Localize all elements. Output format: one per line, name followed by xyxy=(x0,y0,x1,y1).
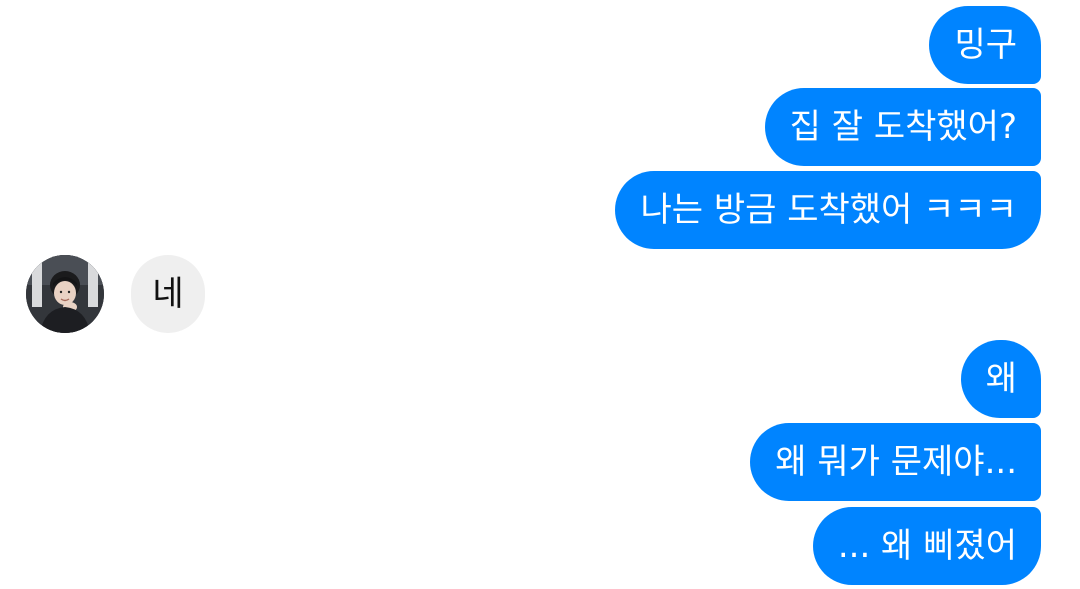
sent-message-bubble[interactable]: 왜 뭐가 문제야... xyxy=(750,423,1041,501)
sent-message-bubble[interactable]: 왜 xyxy=(960,340,1041,418)
sent-message-bubble[interactable]: ... 왜 삐졌어 xyxy=(812,507,1041,585)
received-message-bubble[interactable]: 네 xyxy=(131,255,205,333)
chat-thread: 밍구 집 잘 도착했어? 나는 방금 도착했어 ㅋㅋㅋ 네 왜 왜 뭐가 문제야… xyxy=(0,0,1080,589)
message-text: 네 xyxy=(152,274,184,314)
message-text: 밍구 xyxy=(954,25,1017,65)
message-text: ... 왜 삐졌어 xyxy=(837,526,1017,566)
message-text: 나는 방금 도착했어 ㅋㅋㅋ xyxy=(640,190,1017,230)
sent-message-bubble[interactable]: 밍구 xyxy=(929,6,1041,84)
message-text: 왜 뭐가 문제야... xyxy=(775,442,1017,482)
profile-photo-icon xyxy=(26,255,104,333)
sent-message-bubble[interactable]: 집 잘 도착했어? xyxy=(764,88,1041,166)
sent-message-bubble[interactable]: 나는 방금 도착했어 ㅋㅋㅋ xyxy=(615,171,1041,249)
message-text: 왜 xyxy=(985,359,1017,399)
message-text: 집 잘 도착했어? xyxy=(789,107,1017,147)
contact-avatar[interactable] xyxy=(26,255,104,333)
